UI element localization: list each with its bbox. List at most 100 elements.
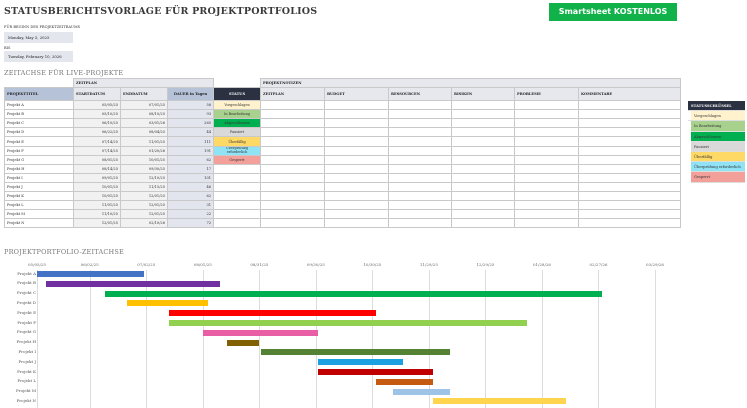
cell-problems[interactable]	[514, 136, 580, 147]
cell-end[interactable]: 02/10/26	[120, 218, 168, 229]
cell-title[interactable]: Projekt D	[4, 127, 74, 138]
cell-comments[interactable]	[578, 118, 682, 129]
cell-schedule[interactable]	[260, 136, 326, 147]
cell-end[interactable]: 07/01/25	[120, 100, 168, 111]
cell-budget[interactable]	[324, 191, 390, 202]
cell-schedule[interactable]	[260, 200, 326, 211]
cell-title[interactable]: Projekt A	[4, 100, 74, 111]
cell-duration[interactable]: 58	[166, 100, 215, 111]
cell-resources[interactable]	[388, 154, 453, 165]
cell-budget[interactable]	[324, 118, 390, 129]
end-date-field[interactable]: Tuesday, February 10, 2026	[4, 51, 73, 62]
cell-risks[interactable]	[451, 191, 516, 202]
cell-schedule[interactable]	[260, 218, 326, 229]
cell-start[interactable]: 05/10/25	[73, 109, 121, 120]
cell-start[interactable]: 08/01/25	[73, 154, 121, 165]
cell-start[interactable]: 05/05/25	[73, 100, 121, 111]
cell-resources[interactable]	[388, 127, 453, 138]
cell-risks[interactable]	[451, 154, 516, 165]
cell-resources[interactable]	[388, 109, 453, 120]
cell-start[interactable]: 06/10/25	[73, 118, 121, 129]
cell-title[interactable]: Projekt E	[4, 136, 74, 147]
cell-problems[interactable]	[514, 200, 580, 211]
cell-resources[interactable]	[388, 181, 453, 193]
cell-problems[interactable]	[514, 172, 580, 183]
cell-comments[interactable]	[578, 136, 682, 147]
cell-start[interactable]: 06/22/25	[73, 127, 121, 138]
cell-budget[interactable]	[324, 145, 390, 156]
cell-status[interactable]	[213, 172, 262, 183]
cell-title[interactable]: Projekt F	[4, 145, 74, 156]
cell-schedule[interactable]	[260, 100, 326, 111]
cell-end[interactable]: 12/10/25	[120, 172, 168, 183]
cell-risks[interactable]	[451, 127, 516, 138]
cell-schedule[interactable]	[260, 145, 326, 156]
cell-resources[interactable]	[388, 191, 453, 202]
cell-status[interactable]	[213, 209, 262, 220]
cell-duration[interactable]: 22	[166, 209, 215, 220]
cell-start[interactable]: 09/01/25	[73, 172, 121, 183]
cell-schedule[interactable]	[260, 127, 326, 138]
cell-status[interactable]: Vorgeschlagen	[213, 100, 262, 111]
cell-comments[interactable]	[578, 200, 682, 211]
cell-resources[interactable]	[388, 136, 453, 147]
cell-duration[interactable]: 31	[166, 200, 215, 211]
cell-start[interactable]: 10/01/25	[73, 181, 121, 193]
cell-risks[interactable]	[451, 100, 516, 111]
cell-comments[interactable]	[578, 181, 682, 193]
cell-title[interactable]: Projekt J	[4, 181, 74, 193]
cell-title[interactable]: Projekt H	[4, 163, 74, 174]
cell-problems[interactable]	[514, 181, 580, 193]
cell-risks[interactable]	[451, 209, 516, 220]
cell-end[interactable]: 12/01/25	[120, 200, 168, 211]
cell-risks[interactable]	[451, 109, 516, 120]
cell-title[interactable]: Projekt G	[4, 154, 74, 165]
cell-duration[interactable]: 191	[166, 145, 215, 156]
cell-problems[interactable]	[514, 109, 580, 120]
cell-budget[interactable]	[324, 154, 390, 165]
cell-title[interactable]: Projekt K	[4, 191, 74, 202]
cell-end[interactable]: 08/04/25	[120, 127, 168, 138]
cell-resources[interactable]	[388, 200, 453, 211]
cell-comments[interactable]	[578, 145, 682, 156]
cell-end[interactable]: 10/01/25	[120, 154, 168, 165]
cell-schedule[interactable]	[260, 209, 326, 220]
cell-start[interactable]: 07/14/25	[73, 145, 121, 156]
cell-title[interactable]: Projekt C	[4, 118, 74, 129]
cell-risks[interactable]	[451, 163, 516, 174]
cell-risks[interactable]	[451, 145, 516, 156]
cell-comments[interactable]	[578, 127, 682, 138]
cell-schedule[interactable]	[260, 163, 326, 174]
cell-status[interactable]: Abgeschlossen	[213, 118, 262, 129]
cell-duration[interactable]: 93	[166, 109, 215, 120]
cell-end[interactable]: 12/01/25	[120, 209, 168, 220]
cell-duration[interactable]: 46	[166, 181, 215, 193]
cell-budget[interactable]	[324, 136, 390, 147]
cell-title[interactable]: Projekt I	[4, 172, 74, 183]
cell-comments[interactable]	[578, 109, 682, 120]
cell-status[interactable]: Gesperrt	[213, 154, 262, 165]
cell-end[interactable]: 01/20/26	[120, 145, 168, 156]
cell-status[interactable]: Pausiert	[213, 127, 262, 138]
cell-status[interactable]	[213, 200, 262, 211]
cell-comments[interactable]	[578, 218, 682, 229]
cell-problems[interactable]	[514, 145, 580, 156]
cell-budget[interactable]	[324, 209, 390, 220]
cell-schedule[interactable]	[260, 181, 326, 193]
cell-status[interactable]: Überprüfung erforderlich	[213, 145, 262, 156]
cell-end[interactable]: 08/10/25	[120, 109, 168, 120]
cell-comments[interactable]	[578, 154, 682, 165]
cell-problems[interactable]	[514, 100, 580, 111]
cell-risks[interactable]	[451, 118, 516, 129]
cell-resources[interactable]	[388, 172, 453, 183]
cell-budget[interactable]	[324, 163, 390, 174]
cell-budget[interactable]	[324, 200, 390, 211]
cell-budget[interactable]	[324, 127, 390, 138]
cell-end[interactable]: 09/30/25	[120, 163, 168, 174]
cell-resources[interactable]	[388, 218, 453, 229]
cell-schedule[interactable]	[260, 191, 326, 202]
cell-budget[interactable]	[324, 218, 390, 229]
cell-start[interactable]: 07/14/25	[73, 136, 121, 147]
start-date-field[interactable]: Monday, May 5, 2025	[4, 32, 73, 43]
cell-start[interactable]: 12/01/25	[73, 218, 121, 229]
